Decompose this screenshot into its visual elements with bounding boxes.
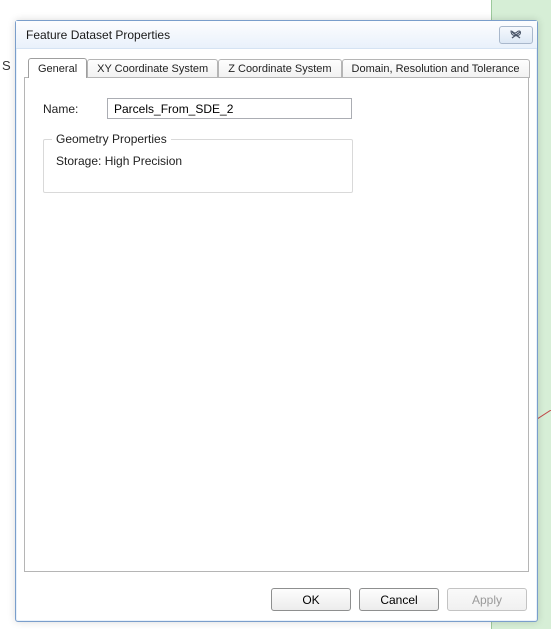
- button-label: OK: [302, 593, 319, 607]
- tab-general[interactable]: General: [28, 58, 87, 78]
- storage-text: Storage: High Precision: [56, 154, 340, 168]
- cancel-button[interactable]: Cancel: [359, 588, 439, 611]
- tab-label: Z Coordinate System: [228, 63, 331, 75]
- button-label: Apply: [472, 593, 502, 607]
- tab-label: General: [38, 63, 77, 75]
- background-letter: S: [2, 58, 11, 73]
- name-input[interactable]: [107, 98, 352, 119]
- name-row: Name:: [43, 98, 510, 119]
- tab-domain-resolution-tolerance[interactable]: Domain, Resolution and Tolerance: [342, 59, 530, 78]
- titlebar: Feature Dataset Properties: [16, 21, 537, 49]
- button-label: Cancel: [380, 593, 417, 607]
- dialog-title: Feature Dataset Properties: [26, 28, 499, 42]
- tabpage-general: Name: Geometry Properties Storage: High …: [24, 77, 529, 572]
- close-button[interactable]: [499, 26, 533, 44]
- apply-button: Apply: [447, 588, 527, 611]
- tab-label: Domain, Resolution and Tolerance: [352, 63, 520, 75]
- tabstrip: General XY Coordinate System Z Coordinat…: [24, 55, 529, 77]
- tab-z-coordinate-system[interactable]: Z Coordinate System: [218, 59, 341, 78]
- tab-xy-coordinate-system[interactable]: XY Coordinate System: [87, 59, 218, 78]
- feature-dataset-properties-dialog: Feature Dataset Properties General XY Co…: [15, 20, 538, 622]
- ok-button[interactable]: OK: [271, 588, 351, 611]
- tab-label: XY Coordinate System: [97, 63, 208, 75]
- name-label: Name:: [43, 102, 93, 116]
- geometry-properties-group: Geometry Properties Storage: High Precis…: [43, 139, 353, 193]
- close-icon: [509, 30, 523, 40]
- button-bar: OK Cancel Apply: [16, 580, 537, 621]
- group-legend: Geometry Properties: [52, 132, 171, 146]
